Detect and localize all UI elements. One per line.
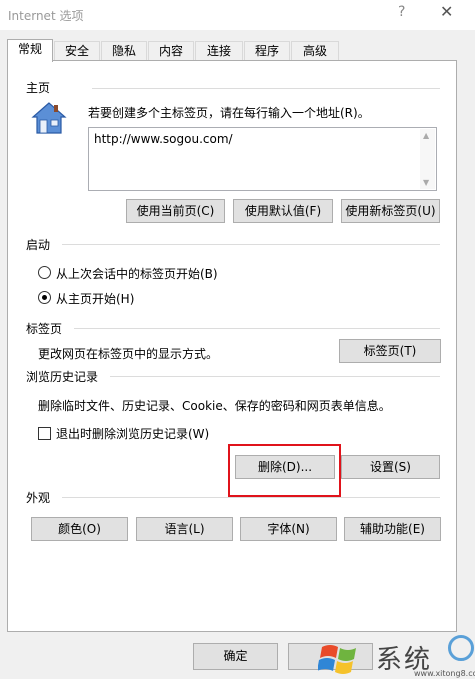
textarea-scrollbar[interactable]: ▲ ▼ [420, 129, 435, 189]
tab-programs[interactable]: 程序 [244, 41, 290, 61]
use-default-button[interactable]: 使用默认值(F) [233, 199, 333, 223]
languages-button[interactable]: 语言(L) [136, 517, 233, 541]
tab-security[interactable]: 安全 [54, 41, 100, 61]
tab-connections[interactable]: 连接 [195, 41, 243, 61]
home-url-value: http://www.sogou.com/ [94, 132, 233, 146]
scroll-up-icon[interactable]: ▲ [423, 131, 429, 140]
watermark-url: www.xitong8.com [414, 669, 475, 678]
tab-general[interactable]: 常规 [7, 39, 53, 62]
tabs-section-label: 标签页 [26, 322, 63, 336]
tab-privacy[interactable]: 隐私 [101, 41, 147, 61]
delete-on-exit-checkbox[interactable] [38, 427, 51, 440]
divider [74, 328, 440, 329]
fonts-button[interactable]: 字体(N) [240, 517, 337, 541]
help-button[interactable]: ? [398, 4, 405, 20]
ok-button[interactable]: 确定 [193, 643, 278, 670]
home-url-textarea[interactable]: http://www.sogou.com/ ▲ ▼ [88, 127, 437, 191]
use-current-button[interactable]: 使用当前页(C) [126, 199, 225, 223]
divider [110, 376, 440, 377]
history-description: 删除临时文件、历史记录、Cookie、保存的密码和网页表单信息。 [38, 399, 391, 413]
windows-flag-logo [318, 645, 356, 674]
red-highlight-box [228, 444, 341, 497]
divider [62, 244, 440, 245]
title-bar: Internet 选项 ? ✕ [0, 0, 475, 30]
home-instruction: 若要创建多个主标签页，请在每行输入一个地址(R)。 [88, 106, 370, 120]
history-section-label: 浏览历史记录 [26, 370, 99, 384]
window-title: Internet 选项 [8, 9, 84, 23]
tab-advanced[interactable]: 高级 [291, 41, 339, 61]
tabs-settings-button[interactable]: 标签页(T) [339, 339, 441, 363]
startup-section-label: 启动 [26, 238, 51, 252]
colors-button[interactable]: 颜色(O) [31, 517, 128, 541]
divider [92, 88, 440, 89]
tabs-description: 更改网页在标签页中的显示方式。 [38, 347, 219, 361]
speech-bubble-icon [448, 635, 474, 661]
accessibility-button[interactable]: 辅助功能(E) [344, 517, 441, 541]
history-settings-button[interactable]: 设置(S) [341, 455, 440, 479]
tab-content[interactable]: 内容 [148, 41, 194, 61]
house-icon [31, 102, 67, 134]
radio-last-session[interactable] [38, 266, 51, 279]
watermark: 系统 www.xitong8.com [318, 633, 475, 679]
use-new-tab-button[interactable]: 使用新标签页(U) [341, 199, 440, 223]
close-button[interactable]: ✕ [440, 2, 453, 21]
appearance-section-label: 外观 [26, 491, 51, 505]
delete-on-exit-label[interactable]: 退出时删除浏览历史记录(W) [56, 425, 209, 442]
radio-selected-dot [42, 295, 47, 300]
scroll-down-icon[interactable]: ▼ [423, 178, 429, 187]
radio-home-page-label[interactable]: 从主页开始(H) [56, 290, 134, 307]
radio-last-session-label[interactable]: 从上次会话中的标签页开始(B) [56, 265, 218, 282]
radio-home-page[interactable] [38, 291, 51, 304]
divider [62, 497, 440, 498]
home-section-label: 主页 [26, 81, 51, 95]
